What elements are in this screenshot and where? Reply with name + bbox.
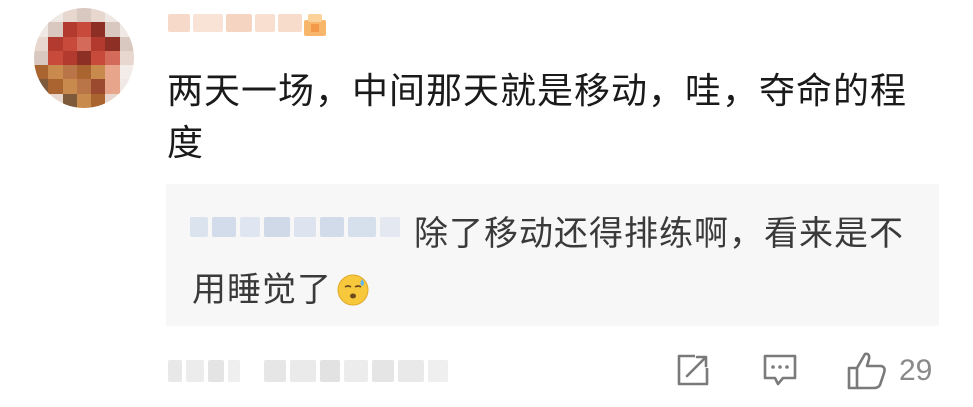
sweat-face-emoji	[337, 274, 369, 306]
reply-text-content: 除了移动还得排练啊，看来是不用睡觉了	[192, 214, 904, 310]
reply-box[interactable]: 除了移动还得排练啊，看来是不用睡觉了	[166, 184, 939, 326]
reply-text: 除了移动还得排练啊，看来是不用睡觉了	[192, 206, 922, 318]
comment-icon[interactable]	[760, 350, 800, 390]
thumbs-up-icon[interactable]	[845, 350, 889, 392]
username-blurred[interactable]	[168, 14, 302, 32]
like-button[interactable]: 29	[845, 350, 932, 392]
comment-text: 两天一场，中间那天就是移动，哇，夺命的程度	[167, 71, 908, 164]
comment-meta-blurred	[168, 360, 448, 382]
like-count: 29	[899, 354, 933, 387]
avatar[interactable]	[34, 8, 134, 108]
vip-crown-badge	[304, 14, 326, 36]
share-icon[interactable]	[673, 350, 713, 390]
